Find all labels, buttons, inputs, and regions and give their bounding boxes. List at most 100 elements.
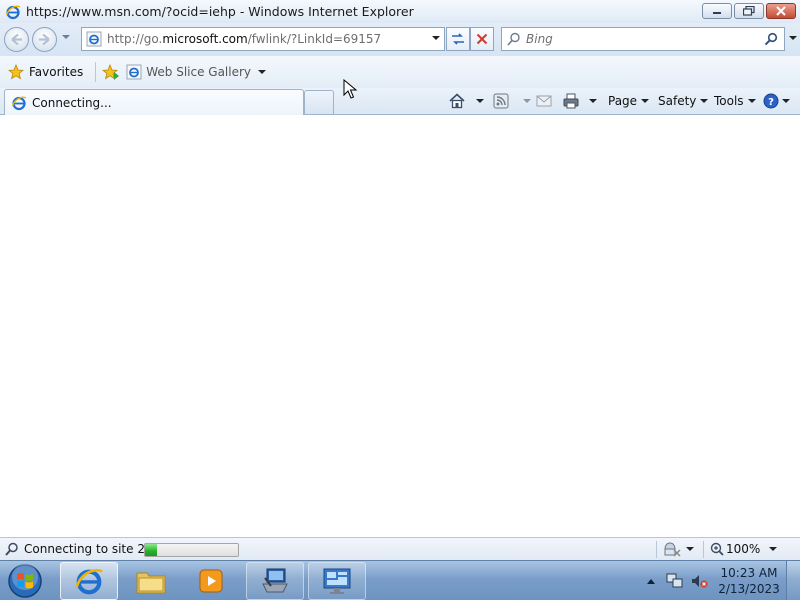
tools-dropdown-icon — [747, 99, 756, 103]
back-arrow-icon — [11, 33, 22, 46]
stop-icon — [476, 33, 488, 45]
favorites-button[interactable]: Favorites — [8, 64, 83, 80]
restore-button[interactable] — [734, 3, 764, 19]
favorites-separator — [95, 62, 97, 82]
compatibility-view-icon — [452, 33, 464, 45]
new-tab-button[interactable] — [304, 90, 334, 114]
screen: https://www.msn.com/?ocid=iehp - Windows… — [0, 0, 800, 600]
favorites-label: Favorites — [29, 65, 84, 79]
remote-desktop-icon — [323, 568, 351, 594]
internet-explorer-icon — [5, 5, 21, 19]
print-dropdown-icon[interactable] — [589, 99, 597, 103]
recent-pages-dropdown-icon[interactable] — [62, 35, 70, 39]
notification-area — [640, 561, 708, 600]
web-slice-page-icon — [126, 64, 142, 80]
print-icon — [563, 93, 579, 109]
tab-loading-ie-icon — [11, 96, 27, 110]
feeds-dropdown-icon[interactable] — [523, 99, 531, 103]
back-button[interactable] — [4, 27, 29, 52]
zoom-level[interactable]: 100% — [726, 542, 760, 556]
forward-button[interactable] — [32, 27, 57, 52]
feeds-button[interactable] — [493, 88, 531, 114]
computer-network-icon — [262, 568, 288, 593]
home-button[interactable] — [448, 88, 484, 114]
web-slice-gallery-link[interactable]: Web Slice Gallery — [126, 64, 267, 80]
address-url: http://go.microsoft.com/fwlink/?LinkId=6… — [107, 32, 382, 46]
network-tray-icon[interactable] — [666, 572, 684, 590]
safety-menu-label: Safety — [658, 94, 697, 108]
taskbar-remote-desktop[interactable] — [308, 562, 366, 600]
close-icon — [776, 6, 786, 16]
status-separator — [703, 541, 704, 558]
tab-label: Connecting... — [32, 95, 112, 110]
page-ie-icon — [86, 31, 102, 47]
home-icon — [449, 93, 465, 109]
minimize-icon — [713, 12, 721, 14]
help-menu[interactable]: ? — [763, 88, 790, 114]
search-provider-icon — [507, 32, 520, 46]
mouse-cursor-icon — [343, 79, 357, 99]
feeds-icon — [493, 93, 509, 109]
taskbar-windows-explorer[interactable] — [122, 562, 180, 600]
taskbar-network-app[interactable] — [246, 562, 304, 600]
title-bar: https://www.msn.com/?ocid=iehp - Windows… — [0, 0, 800, 23]
page-menu[interactable]: Page — [608, 88, 650, 114]
print-button[interactable] — [562, 88, 597, 114]
search-options-dropdown-icon[interactable] — [789, 36, 797, 40]
window-title: https://www.msn.com/?ocid=iehp - Windows… — [26, 4, 414, 19]
tab-row: Connecting... Page Safety Tools ? — [0, 88, 800, 115]
taskbar-internet-explorer[interactable] — [60, 562, 118, 600]
system-clock[interactable]: 10:23 AM 2/13/2023 — [716, 565, 782, 597]
navigation-bar: http://go.microsoft.com/fwlink/?LinkId=6… — [0, 23, 800, 56]
search-icon[interactable] — [764, 32, 778, 46]
favorites-star-icon — [8, 64, 24, 80]
loading-progress-bar — [144, 543, 239, 557]
search-box[interactable]: Bing — [501, 27, 785, 51]
status-text: Connecting to site 204 — [24, 542, 161, 556]
restore-icon — [743, 6, 755, 16]
close-button[interactable] — [766, 3, 796, 19]
status-bar: Connecting to site 204 100% — [0, 537, 800, 560]
help-icon: ? — [763, 93, 779, 109]
taskbar-media-player[interactable] — [182, 562, 240, 600]
show-desktop-button[interactable] — [786, 561, 800, 600]
safety-dropdown-icon — [700, 99, 709, 103]
zoom-icon[interactable] — [710, 542, 724, 556]
search-input[interactable]: Bing — [526, 32, 553, 46]
add-to-favorites-bar-icon[interactable] — [102, 64, 120, 80]
forward-arrow-icon — [39, 33, 50, 46]
home-dropdown-icon[interactable] — [476, 99, 484, 103]
status-search-icon — [5, 542, 18, 556]
protected-mode-icon[interactable] — [662, 541, 682, 557]
mail-icon — [536, 95, 552, 107]
status-separator — [656, 541, 657, 558]
web-slice-dropdown-icon — [258, 70, 267, 74]
folder-icon — [136, 572, 166, 594]
safety-menu[interactable]: Safety — [658, 88, 709, 114]
media-player-icon — [199, 569, 223, 593]
clock-time: 10:23 AM — [720, 566, 778, 580]
page-content-area[interactable] — [0, 116, 800, 537]
protected-mode-dropdown-icon[interactable] — [686, 547, 694, 551]
compatibility-view-button[interactable] — [446, 27, 470, 51]
minimize-button[interactable] — [702, 3, 732, 19]
volume-muted-icon[interactable] — [690, 572, 708, 590]
page-menu-label: Page — [608, 94, 638, 108]
show-hidden-icons-icon[interactable] — [646, 577, 656, 585]
tools-menu-label: Tools — [714, 94, 744, 108]
svg-text:?: ? — [768, 97, 774, 108]
address-bar[interactable]: http://go.microsoft.com/fwlink/?LinkId=6… — [81, 27, 445, 51]
help-dropdown-icon — [782, 99, 790, 103]
read-mail-button[interactable] — [536, 88, 552, 114]
internet-explorer-icon — [75, 568, 103, 595]
tab-current[interactable]: Connecting... — [4, 89, 304, 115]
loading-progress-fill — [145, 544, 158, 556]
caption-buttons — [702, 3, 796, 19]
address-dropdown-icon[interactable] — [432, 36, 440, 40]
page-dropdown-icon — [641, 99, 650, 103]
stop-button[interactable] — [470, 27, 494, 51]
favorites-bar: Favorites Web Slice Gallery — [0, 56, 800, 88]
zoom-dropdown-icon[interactable] — [769, 547, 777, 551]
start-button-icon[interactable] — [6, 563, 44, 599]
tools-menu[interactable]: Tools — [714, 88, 756, 114]
